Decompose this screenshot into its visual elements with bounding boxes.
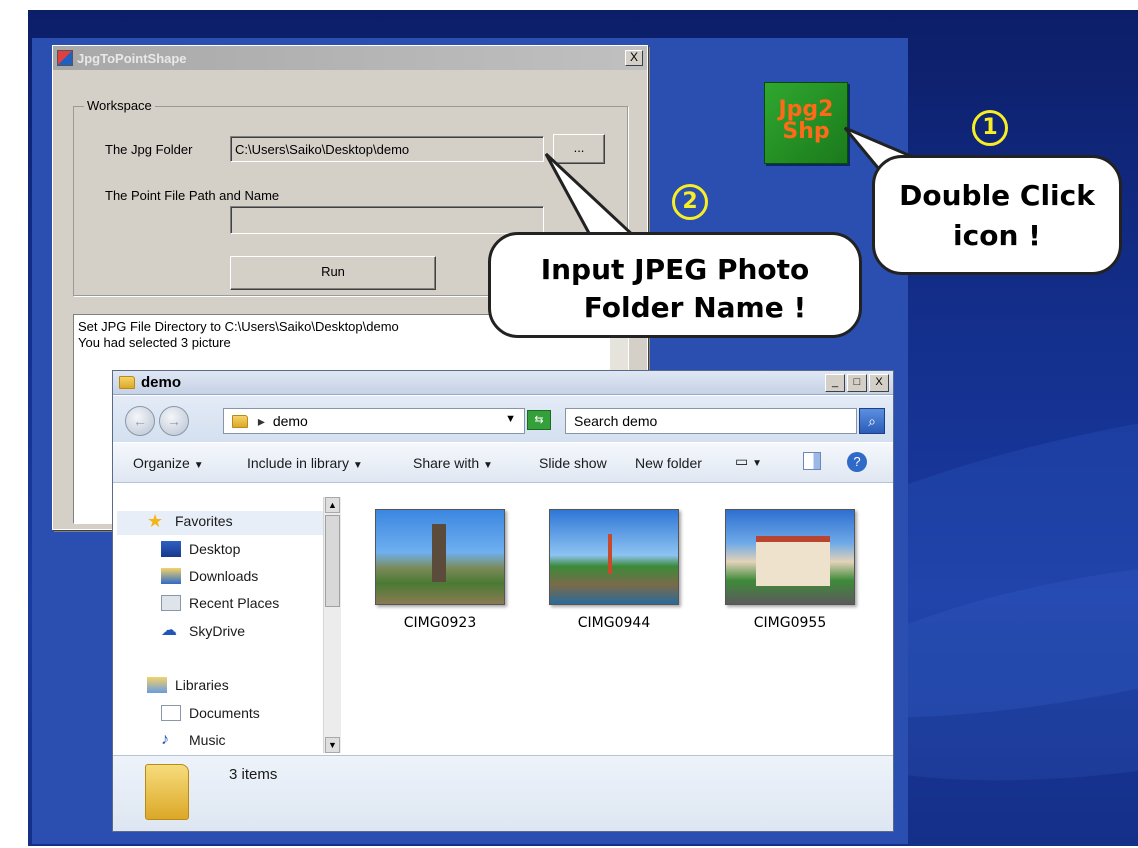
workspace-label: Workspace	[84, 98, 155, 113]
callout-1: Double Click icon !	[872, 155, 1122, 275]
music-icon: ♪	[161, 731, 169, 748]
address-row: ← → ▸ demo ▼ ⇆ Search demo ⌕	[113, 396, 893, 442]
icon-text-line1: Jpg2	[778, 97, 834, 122]
include-in-library-label: Include in library	[247, 455, 349, 471]
forward-button[interactable]: →	[159, 406, 189, 436]
step-2-badge: 2	[672, 184, 708, 220]
nav-label: Music	[189, 732, 226, 748]
chevron-down-icon: ▼	[483, 460, 493, 471]
nav-item-music[interactable]: ♪ Music	[161, 731, 226, 749]
file-label[interactable]: CIMG0944	[549, 615, 679, 631]
chevron-down-icon: ▼	[352, 460, 363, 471]
breadcrumb-arrow-icon: ▸	[257, 413, 265, 429]
organize-menu[interactable]: Organize ▼	[133, 455, 204, 471]
nav-item-downloads[interactable]: Downloads	[161, 568, 258, 584]
refresh-icon[interactable]: ⇆	[527, 410, 551, 430]
callout-2-line1: Input JPEG Photo	[540, 253, 810, 286]
nav-item-desktop[interactable]: Desktop	[161, 541, 240, 557]
address-bar[interactable]: ▸ demo ▼	[223, 408, 525, 434]
explorer-window: demo _ □ X ← → ▸ demo ▼ ⇆ Search demo ⌕ …	[112, 370, 894, 832]
scroll-down-icon[interactable]: ▼	[325, 737, 340, 753]
view-options-icon[interactable]: ▭ ▼	[735, 453, 762, 470]
file-label[interactable]: CIMG0923	[375, 615, 505, 631]
share-with-menu[interactable]: Share with ▼	[413, 455, 493, 471]
desktop-icon	[161, 541, 181, 557]
app-icon	[57, 50, 73, 66]
tower-image	[608, 534, 612, 574]
nav-label: Libraries	[175, 677, 229, 693]
new-folder-button[interactable]: New folder	[635, 455, 702, 471]
scroll-up-icon[interactable]: ▲	[325, 497, 340, 513]
callout-2-line2: Folder Name !	[583, 291, 807, 324]
navigation-scrollbar[interactable]: ▲ ▼	[323, 497, 341, 753]
explorer-title-bar[interactable]: demo	[113, 371, 893, 395]
nav-label: Favorites	[175, 513, 233, 529]
back-button[interactable]: ←	[125, 406, 155, 436]
file-thumbnail-cimg0955[interactable]	[725, 509, 855, 605]
cloud-icon: ☁	[161, 622, 177, 639]
nav-item-recent-places[interactable]: Recent Places	[161, 595, 279, 611]
callout-2: Input JPEG Photo Folder Name !	[488, 232, 862, 338]
dialog-title-bar[interactable]: JpgToPointShape	[53, 46, 647, 70]
explorer-title: demo	[141, 374, 182, 391]
libraries-icon	[147, 677, 167, 693]
preview-pane-icon[interactable]	[803, 452, 821, 470]
step-1-badge: 1	[972, 110, 1008, 146]
file-thumbnail-cimg0944[interactable]	[549, 509, 679, 605]
nav-item-documents[interactable]: Documents	[161, 705, 260, 721]
statue-image	[432, 524, 446, 582]
chevron-down-icon[interactable]: ▼	[505, 413, 516, 425]
nav-label: Recent Places	[189, 595, 280, 611]
chevron-down-icon: ▼	[193, 460, 204, 471]
point-file-label: The Point File Path and Name	[105, 188, 280, 203]
callout-1-line2: icon !	[953, 219, 1041, 252]
slide-show-button[interactable]: Slide show	[539, 455, 607, 471]
icon-text-line2: Shp	[782, 119, 830, 144]
include-in-library-menu[interactable]: Include in library ▼	[247, 455, 363, 471]
callout-1-line1: Double Click	[899, 179, 1095, 212]
jpg-folder-label: The Jpg Folder	[105, 142, 193, 157]
folder-icon	[232, 415, 248, 428]
downloads-icon	[161, 568, 181, 584]
nav-label: Desktop	[189, 541, 241, 557]
minimize-button[interactable]: _	[825, 374, 845, 392]
file-thumbnail-cimg0923[interactable]	[375, 509, 505, 605]
nav-item-libraries[interactable]: Libraries	[147, 677, 229, 693]
search-input[interactable]: Search demo	[565, 408, 857, 434]
building-image	[756, 536, 830, 586]
share-with-label: Share with	[413, 455, 480, 471]
close-button[interactable]: X	[869, 374, 889, 392]
organize-label: Organize	[133, 455, 190, 471]
details-pane: 3 items	[113, 755, 893, 831]
run-button[interactable]: Run	[230, 256, 436, 290]
command-bar: Organize ▼ Include in library ▼ Share wi…	[113, 443, 893, 483]
nav-label: SkyDrive	[189, 623, 246, 639]
address-text: demo	[272, 413, 308, 429]
dialog-close-button[interactable]: X	[625, 50, 643, 66]
dialog-title: JpgToPointShape	[77, 50, 187, 66]
point-file-input[interactable]	[230, 206, 544, 234]
large-folder-icon	[145, 764, 189, 820]
jpg-folder-input[interactable]: C:\Users\Saiko\Desktop\demo	[230, 136, 544, 162]
scroll-thumb[interactable]	[325, 515, 340, 607]
star-icon: ★	[147, 511, 164, 531]
search-icon[interactable]: ⌕	[859, 408, 885, 434]
nav-item-skydrive[interactable]: ☁ SkyDrive	[161, 622, 246, 640]
jpg2shp-desktop-icon[interactable]: Jpg2 Shp	[764, 82, 848, 164]
help-icon[interactable]: ?	[847, 452, 867, 472]
item-count: 3 items	[229, 766, 278, 783]
nav-label: Documents	[189, 705, 260, 721]
nav-label: Downloads	[189, 568, 259, 584]
folder-icon	[119, 376, 135, 389]
maximize-button[interactable]: □	[847, 374, 867, 392]
nav-item-favorites[interactable]: ★ Favorites	[147, 511, 233, 531]
file-label[interactable]: CIMG0955	[725, 615, 855, 631]
documents-icon	[161, 705, 181, 721]
recent-places-icon	[161, 595, 181, 611]
